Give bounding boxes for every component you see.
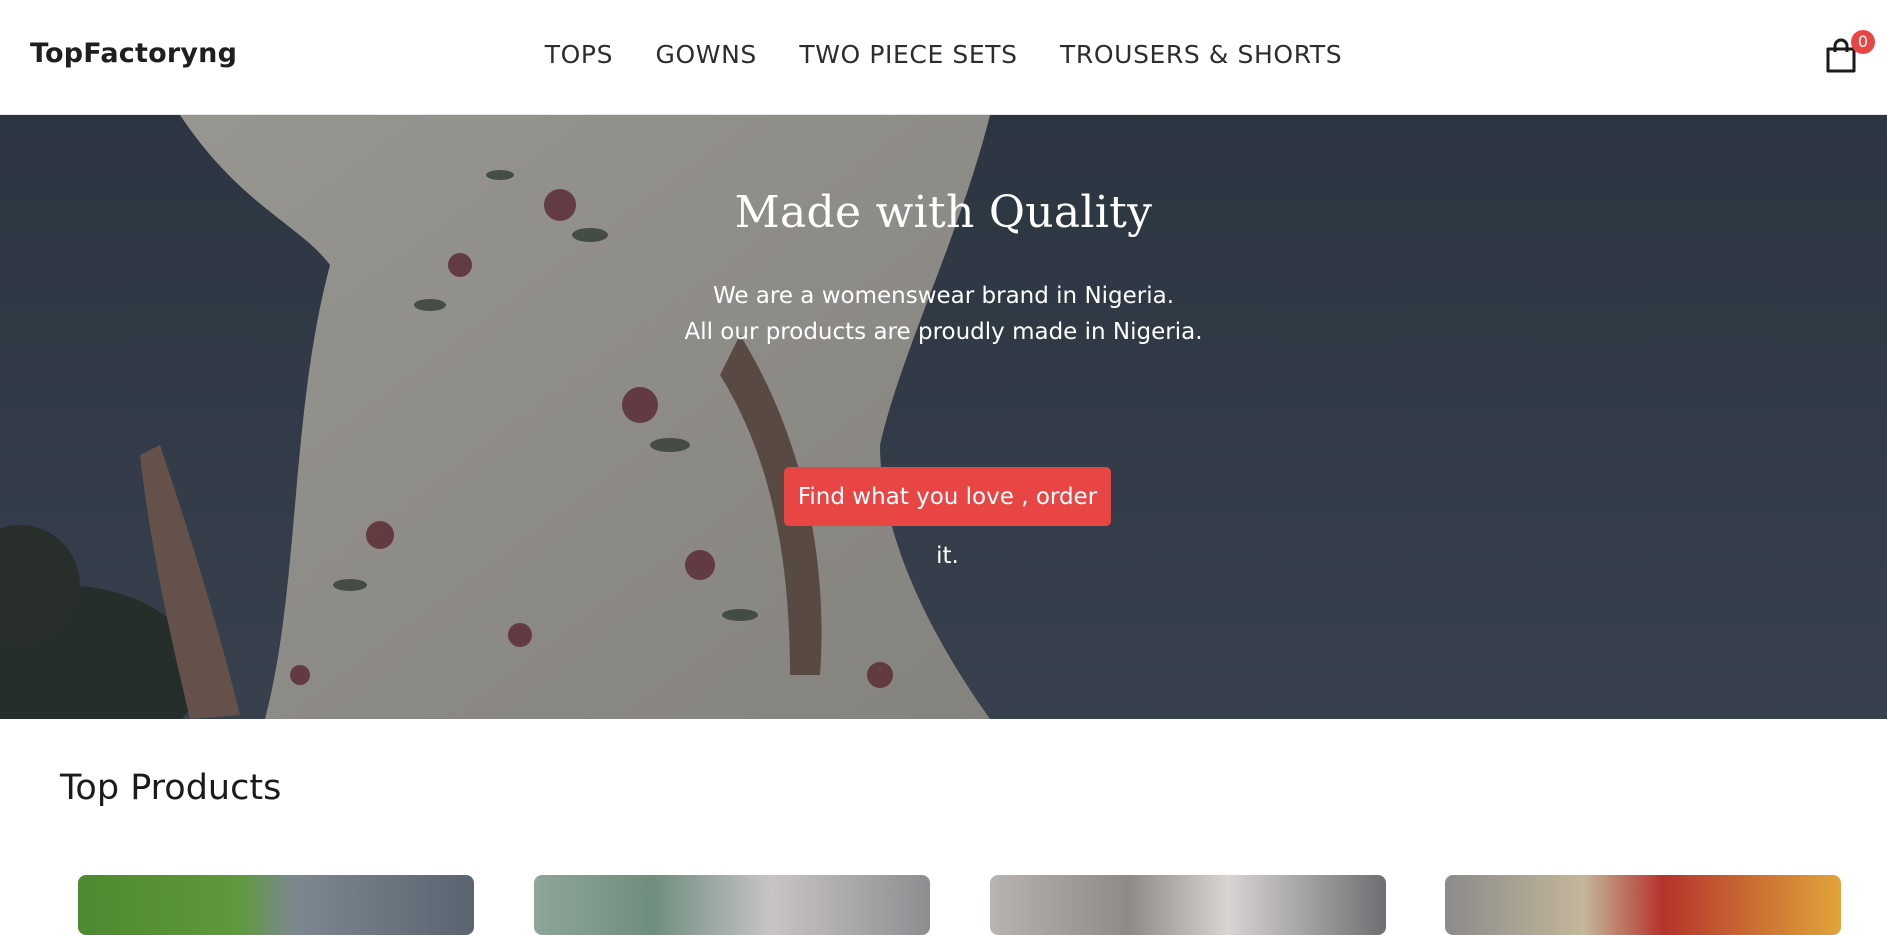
product-card-2[interactable]: [534, 875, 930, 935]
hero-subtitle: We are a womenswear brand in Nigeria. Al…: [0, 278, 1887, 350]
nav-tops[interactable]: TOPS: [545, 40, 613, 69]
hero-subtitle-line-1: We are a womenswear brand in Nigeria.: [712, 283, 1175, 309]
shop-cta-button[interactable]: Find what you love , order it.: [784, 467, 1111, 569]
site-header: TopFactoryng TOPS GOWNS TWO PIECE SETS T…: [0, 0, 1887, 115]
cart-button[interactable]: 0: [1824, 30, 1875, 80]
top-products-heading: Top Products: [60, 768, 282, 808]
main-nav: TOPS GOWNS TWO PIECE SETS TROUSERS & SHO…: [0, 40, 1887, 69]
product-card-1[interactable]: [78, 875, 474, 935]
hero-subtitle-line-2: All our products are proudly made in Nig…: [684, 319, 1203, 345]
hero-title: Made with Quality: [734, 187, 1153, 238]
nav-gowns[interactable]: GOWNS: [656, 40, 757, 69]
nav-two-piece-sets[interactable]: TWO PIECE SETS: [799, 40, 1017, 69]
hero-banner: Made with Quality We are a womenswear br…: [0, 115, 1887, 719]
product-card-4[interactable]: [1445, 875, 1841, 935]
cart-count-badge: 0: [1851, 30, 1875, 54]
nav-trousers-shorts[interactable]: TROUSERS & SHORTS: [1060, 40, 1342, 69]
product-card-3[interactable]: [990, 875, 1386, 935]
